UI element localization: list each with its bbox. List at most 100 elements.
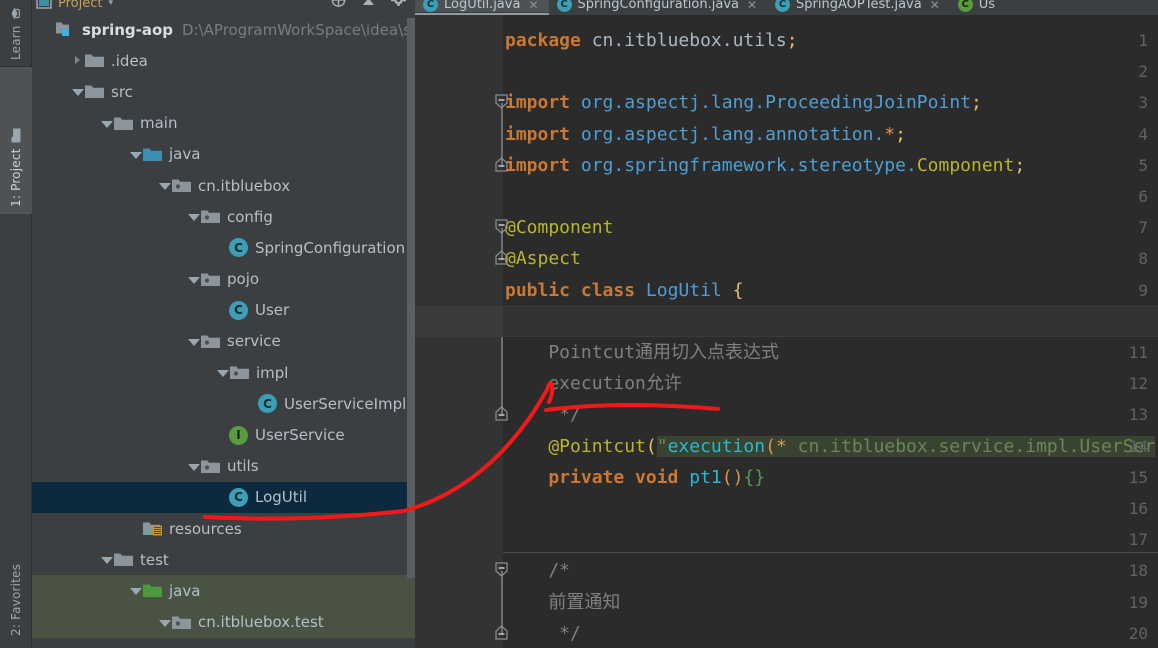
tree-node-cn-itbluebox[interactable]: cn.itbluebox (32, 170, 415, 201)
chevron-down-icon[interactable] (158, 616, 171, 629)
line-number: 1 (1138, 31, 1148, 50)
tree-node-utils[interactable]: utils (32, 451, 415, 482)
line-number: 20 (1128, 623, 1148, 643)
code-line[interactable] (503, 56, 1158, 87)
tree-node-label: test (140, 550, 169, 569)
tree-node-label: UserServiceImpl (284, 394, 407, 413)
code-line[interactable] (503, 493, 1158, 524)
code-line[interactable]: private void pt1(){} (503, 462, 1158, 493)
fold-end-icon[interactable] (494, 250, 508, 266)
chevron-down-icon[interactable] (129, 584, 142, 597)
folder-icon (8, 128, 24, 143)
scroll-from-source-icon[interactable] (361, 0, 376, 13)
tree-node-label: spring-aop (82, 20, 174, 39)
close-icon[interactable]: ✕ (930, 0, 940, 12)
editor-tab-springconfiguration-java[interactable]: C SpringConfiguration.java ✕ (549, 0, 768, 12)
fold-collapse-icon[interactable] (494, 94, 508, 110)
chevron-down-icon[interactable] (187, 273, 200, 286)
collapse-all-icon[interactable] (330, 0, 347, 13)
code-line[interactable]: import org.aspectj.lang.annotation.*; (503, 119, 1158, 150)
code-line[interactable] (503, 524, 1158, 555)
tree-node-label: SpringConfiguration (255, 238, 406, 257)
editor-tab-bar[interactable]: C LogUtil.java ✕ C SpringConfiguration.java ✕… (415, 0, 1158, 15)
chevron-down-icon[interactable]: ▾ (108, 0, 113, 8)
java-class-icon: C (229, 300, 248, 320)
tree-node-label: config (227, 207, 273, 226)
code-line[interactable]: @Component (503, 212, 1158, 243)
tree-node-cn-itbluebox-test[interactable]: cn.itbluebox.test (32, 606, 415, 638)
chevron-down-icon[interactable] (187, 460, 200, 473)
code-line[interactable]: import org.springframework.stereotype.Co… (503, 150, 1158, 181)
tree-node-label: utils (227, 457, 259, 476)
idea-window: Learn 1: Project 2: Favorites Project ▾ … (0, 0, 1158, 648)
chevron-down-icon[interactable] (158, 179, 171, 192)
code-line[interactable]: */ (503, 618, 1158, 648)
tree-node-test[interactable]: test (32, 544, 415, 575)
chevron-down-icon[interactable] (100, 117, 113, 130)
code-line[interactable]: @Aspect (503, 243, 1158, 274)
chevron-down-icon[interactable] (216, 366, 229, 379)
chevron-down-icon[interactable] (71, 85, 84, 98)
tree-node-pojo[interactable]: pojo (32, 264, 415, 295)
caret-row-highlight (415, 305, 1158, 337)
line-number: 8 (1138, 249, 1148, 269)
tree-node-springconfiguration[interactable]: C SpringConfiguration (32, 232, 415, 263)
code-line[interactable] (503, 181, 1158, 212)
editor-tab-springaoptest-java[interactable]: C SpringAOPTest.java ✕ (767, 0, 950, 12)
chevron-down-icon[interactable] (187, 335, 200, 348)
fold-collapse-icon[interactable] (494, 562, 508, 578)
tree-node-label: pojo (227, 270, 260, 289)
fold-end-icon[interactable] (494, 156, 508, 172)
tree-node-label: service (227, 332, 281, 351)
close-icon[interactable]: ✕ (528, 0, 538, 12)
line-number: 14 (1128, 436, 1148, 456)
code-line[interactable]: @Pointcut("execution(* cn.itbluebox.serv… (503, 431, 1158, 462)
tree-node-java[interactable]: java (32, 139, 415, 170)
line-number: 9 (1138, 280, 1148, 300)
code-line[interactable]: import org.aspectj.lang.ProceedingJoinPo… (503, 87, 1158, 118)
tree-node--idea[interactable]: .idea (32, 45, 415, 76)
chevron-down-icon[interactable] (100, 553, 113, 566)
code-token: */ (505, 622, 581, 644)
code-line[interactable]: execution允许 (503, 368, 1158, 399)
tree-node-spring-aop[interactable]: spring-aop D:\AProgramWorkSpace\idea\s (32, 14, 415, 45)
fold-collapse-icon[interactable] (494, 219, 508, 235)
code-line[interactable]: package cn.itbluebox.utils; (503, 25, 1158, 56)
code-token: ; (971, 92, 982, 114)
fold-end-icon[interactable] (494, 406, 508, 422)
code-line[interactable]: */ (503, 399, 1158, 430)
tree-node-label: src (111, 82, 133, 101)
tree-node-resources[interactable]: resources (32, 513, 415, 544)
settings-gear-icon[interactable] (390, 0, 407, 13)
caret-row-highlight (415, 305, 503, 337)
project-panel-scrollbar[interactable] (407, 18, 415, 578)
chevron-right-icon[interactable] (71, 54, 84, 67)
tool-window-button-learn[interactable]: Learn (0, 0, 32, 66)
tree-node-user[interactable]: C User (32, 295, 415, 326)
tree-node-userserviceimpl[interactable]: C UserServiceImpl (32, 388, 415, 419)
project-tree[interactable]: spring-aop D:\AProgramWorkSpace\idea\s .id… (32, 14, 415, 648)
editor-tab-us[interactable]: C Us (950, 0, 1005, 12)
tree-node-main[interactable]: main (32, 108, 415, 139)
code-line[interactable]: Pointcut通用切入点表达式 (503, 337, 1158, 368)
code-line[interactable]: 前置通知 (503, 587, 1158, 618)
fold-end-icon[interactable] (494, 624, 508, 640)
tree-node-config[interactable]: config (32, 201, 415, 232)
tree-node-impl[interactable]: impl (32, 357, 415, 388)
tool-window-button-favorites[interactable]: 2: Favorites (0, 516, 32, 642)
tree-node-service[interactable]: service (32, 326, 415, 357)
close-icon[interactable]: ✕ (747, 0, 757, 12)
editor-tab-logutil-java[interactable]: C LogUtil.java ✕ (415, 0, 549, 15)
line-number: 6 (1138, 187, 1148, 206)
tree-node-label: cn.itbluebox.test (198, 613, 324, 632)
chevron-down-icon[interactable] (187, 210, 200, 223)
tree-node-src[interactable]: src (32, 76, 415, 107)
code-line[interactable]: /* (503, 555, 1158, 586)
tree-node-logutil[interactable]: C LogUtil (32, 481, 415, 513)
tree-node-label: impl (256, 363, 289, 382)
chevron-down-icon[interactable] (129, 148, 142, 161)
tree-node-userservice[interactable]: I UserService (32, 419, 415, 450)
code-line[interactable]: public class LogUtil { (503, 275, 1158, 306)
tree-node-java[interactable]: java (32, 575, 415, 607)
tool-window-button-project[interactable]: 1: Project (0, 66, 32, 214)
